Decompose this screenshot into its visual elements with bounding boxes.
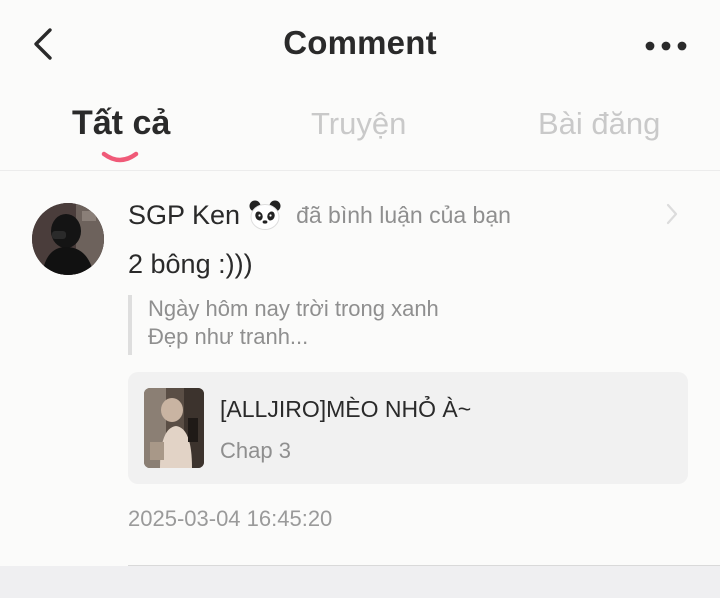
tab-all[interactable]: Tất cả [72, 104, 170, 143]
comment-text: 2 bông :))) [128, 249, 253, 279]
page-title: Comment [283, 24, 437, 61]
story-chapter: Chap 3 [220, 438, 291, 463]
tab-posts[interactable]: Bài đăng [538, 106, 660, 142]
quoted-line: Đẹp như tranh... [148, 324, 309, 349]
header-bar: Comment [0, 0, 720, 92]
notification-header: SGP Ken đã bình luận của bạn [128, 197, 511, 233]
user-name[interactable]: SGP Ken [128, 200, 240, 231]
action-text: đã bình luận của bạn [296, 201, 511, 228]
active-tab-indicator [100, 150, 140, 166]
chevron-right-icon [664, 201, 680, 227]
more-options-button[interactable] [642, 32, 690, 60]
notification-item[interactable]: SGP Ken đã bình luận của bạn 2 bông :)))… [0, 171, 720, 565]
timestamp: 2025-03-04 16:45:20 [128, 506, 333, 531]
quoted-comment: Ngày hôm nay trời trong xanh Đẹp như tra… [128, 295, 628, 355]
story-cover-image [144, 388, 204, 468]
tab-bar: Tất cả Truyện Bài đăng [0, 92, 720, 170]
avatar[interactable] [32, 203, 104, 275]
list-bottom-area [0, 566, 720, 598]
story-card[interactable]: [ALLJIRO]MÈO NHỎ À~ Chap 3 [128, 372, 688, 484]
story-title: [ALLJIRO]MÈO NHỎ À~ [220, 396, 472, 422]
panda-icon [248, 198, 282, 232]
more-horizontal-icon [645, 41, 687, 51]
tab-stories[interactable]: Truyện [311, 106, 406, 142]
quoted-line: Ngày hôm nay trời trong xanh [148, 296, 439, 321]
